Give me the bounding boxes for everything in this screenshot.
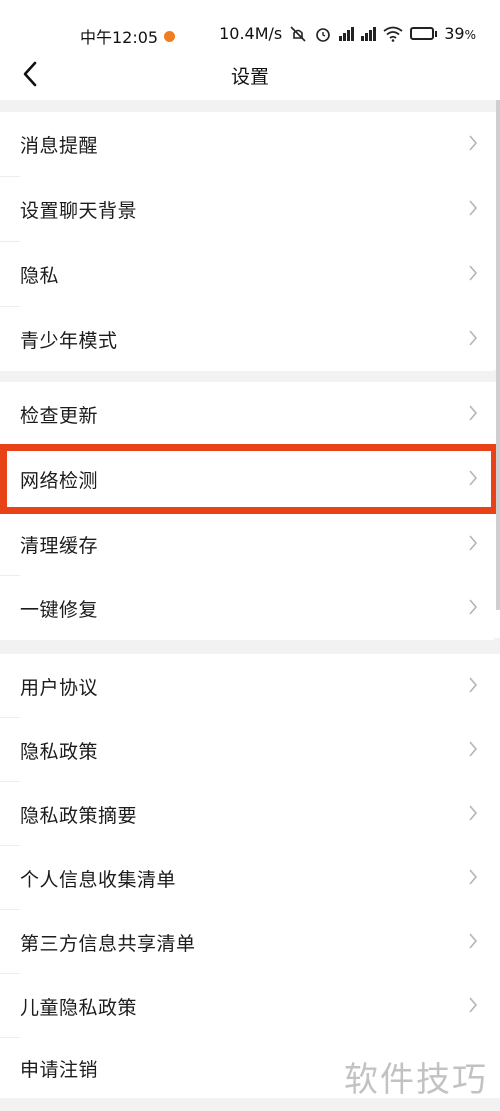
settings-item-message-reminder[interactable]: 消息提醒 bbox=[0, 112, 494, 176]
settings-item-label: 隐私 bbox=[20, 264, 60, 287]
settings-item-network-check[interactable]: 网络检测 bbox=[0, 447, 494, 511]
settings-item-user-agreement[interactable]: 用户协议 bbox=[0, 654, 494, 718]
section-divider bbox=[0, 638, 500, 654]
settings-item-label: 设置聊天背景 bbox=[20, 199, 138, 222]
settings-item-label: 隐私政策摘要 bbox=[20, 804, 138, 827]
nav-bar: 设置 bbox=[0, 46, 500, 102]
chevron-right-icon bbox=[469, 200, 478, 216]
battery-icon bbox=[410, 27, 438, 40]
battery-percent: 39% bbox=[444, 24, 476, 43]
watermark: 软件技巧 bbox=[344, 1060, 488, 1100]
status-bar: 中午12:05 10.4M/s 39% bbox=[0, 0, 500, 47]
settings-item-personal-info-list[interactable]: 个人信息收集清单 bbox=[0, 846, 494, 910]
settings-item-child-privacy[interactable]: 儿童隐私政策 bbox=[0, 974, 494, 1038]
signal-icon bbox=[361, 26, 377, 41]
settings-item-label: 清理缓存 bbox=[20, 534, 99, 557]
chevron-right-icon bbox=[469, 470, 478, 486]
settings-item-label: 网络检测 bbox=[20, 469, 99, 492]
settings-item-label: 个人信息收集清单 bbox=[20, 868, 177, 891]
page-title: 设置 bbox=[230, 66, 269, 88]
chevron-right-icon bbox=[469, 933, 478, 949]
settings-item-privacy[interactable]: 隐私 bbox=[0, 242, 494, 306]
chevron-right-icon bbox=[469, 869, 478, 885]
alarm-icon bbox=[316, 27, 331, 42]
settings-item-teen-mode[interactable]: 青少年模式 bbox=[0, 307, 494, 371]
settings-item-clear-cache[interactable]: 清理缓存 bbox=[0, 512, 494, 576]
chevron-right-icon bbox=[469, 677, 478, 693]
settings-item-label: 青少年模式 bbox=[20, 329, 118, 352]
settings-item-one-click-repair[interactable]: 一键修复 bbox=[0, 576, 494, 640]
status-time: 中午12:05 bbox=[80, 28, 159, 47]
scrollbar[interactable] bbox=[496, 100, 500, 610]
settings-item-check-update[interactable]: 检查更新 bbox=[0, 382, 494, 446]
settings-item-label: 一键修复 bbox=[20, 598, 99, 621]
chevron-right-icon bbox=[469, 805, 478, 821]
chevron-right-icon bbox=[469, 535, 478, 551]
chevron-right-icon bbox=[469, 741, 478, 757]
network-speed: 10.4M/s bbox=[219, 24, 283, 43]
section-divider bbox=[0, 100, 500, 112]
settings-item-privacy-policy[interactable]: 隐私政策 bbox=[0, 718, 494, 782]
section-divider bbox=[0, 370, 500, 382]
settings-item-label: 隐私政策 bbox=[20, 740, 99, 763]
chevron-right-icon bbox=[469, 265, 478, 281]
settings-item-label: 消息提醒 bbox=[20, 134, 99, 157]
notification-dot-icon bbox=[164, 30, 176, 42]
settings-item-privacy-summary[interactable]: 隐私政策摘要 bbox=[0, 782, 494, 846]
chevron-right-icon bbox=[469, 405, 478, 421]
settings-item-label: 儿童隐私政策 bbox=[20, 996, 138, 1019]
settings-item-chat-background[interactable]: 设置聊天背景 bbox=[0, 177, 494, 241]
settings-item-label: 申请注销 bbox=[20, 1058, 99, 1081]
settings-item-label: 用户协议 bbox=[20, 676, 99, 699]
wifi-icon bbox=[383, 26, 403, 42]
chevron-right-icon bbox=[469, 135, 478, 151]
chevron-right-icon bbox=[469, 599, 478, 615]
mute-icon bbox=[290, 25, 306, 42]
settings-item-label: 第三方信息共享清单 bbox=[20, 932, 196, 955]
signal-icon bbox=[339, 26, 355, 41]
chevron-right-icon bbox=[469, 997, 478, 1013]
settings-item-label: 检查更新 bbox=[20, 404, 99, 427]
chevron-right-icon bbox=[469, 330, 478, 346]
settings-item-third-party-sharing[interactable]: 第三方信息共享清单 bbox=[0, 910, 494, 974]
